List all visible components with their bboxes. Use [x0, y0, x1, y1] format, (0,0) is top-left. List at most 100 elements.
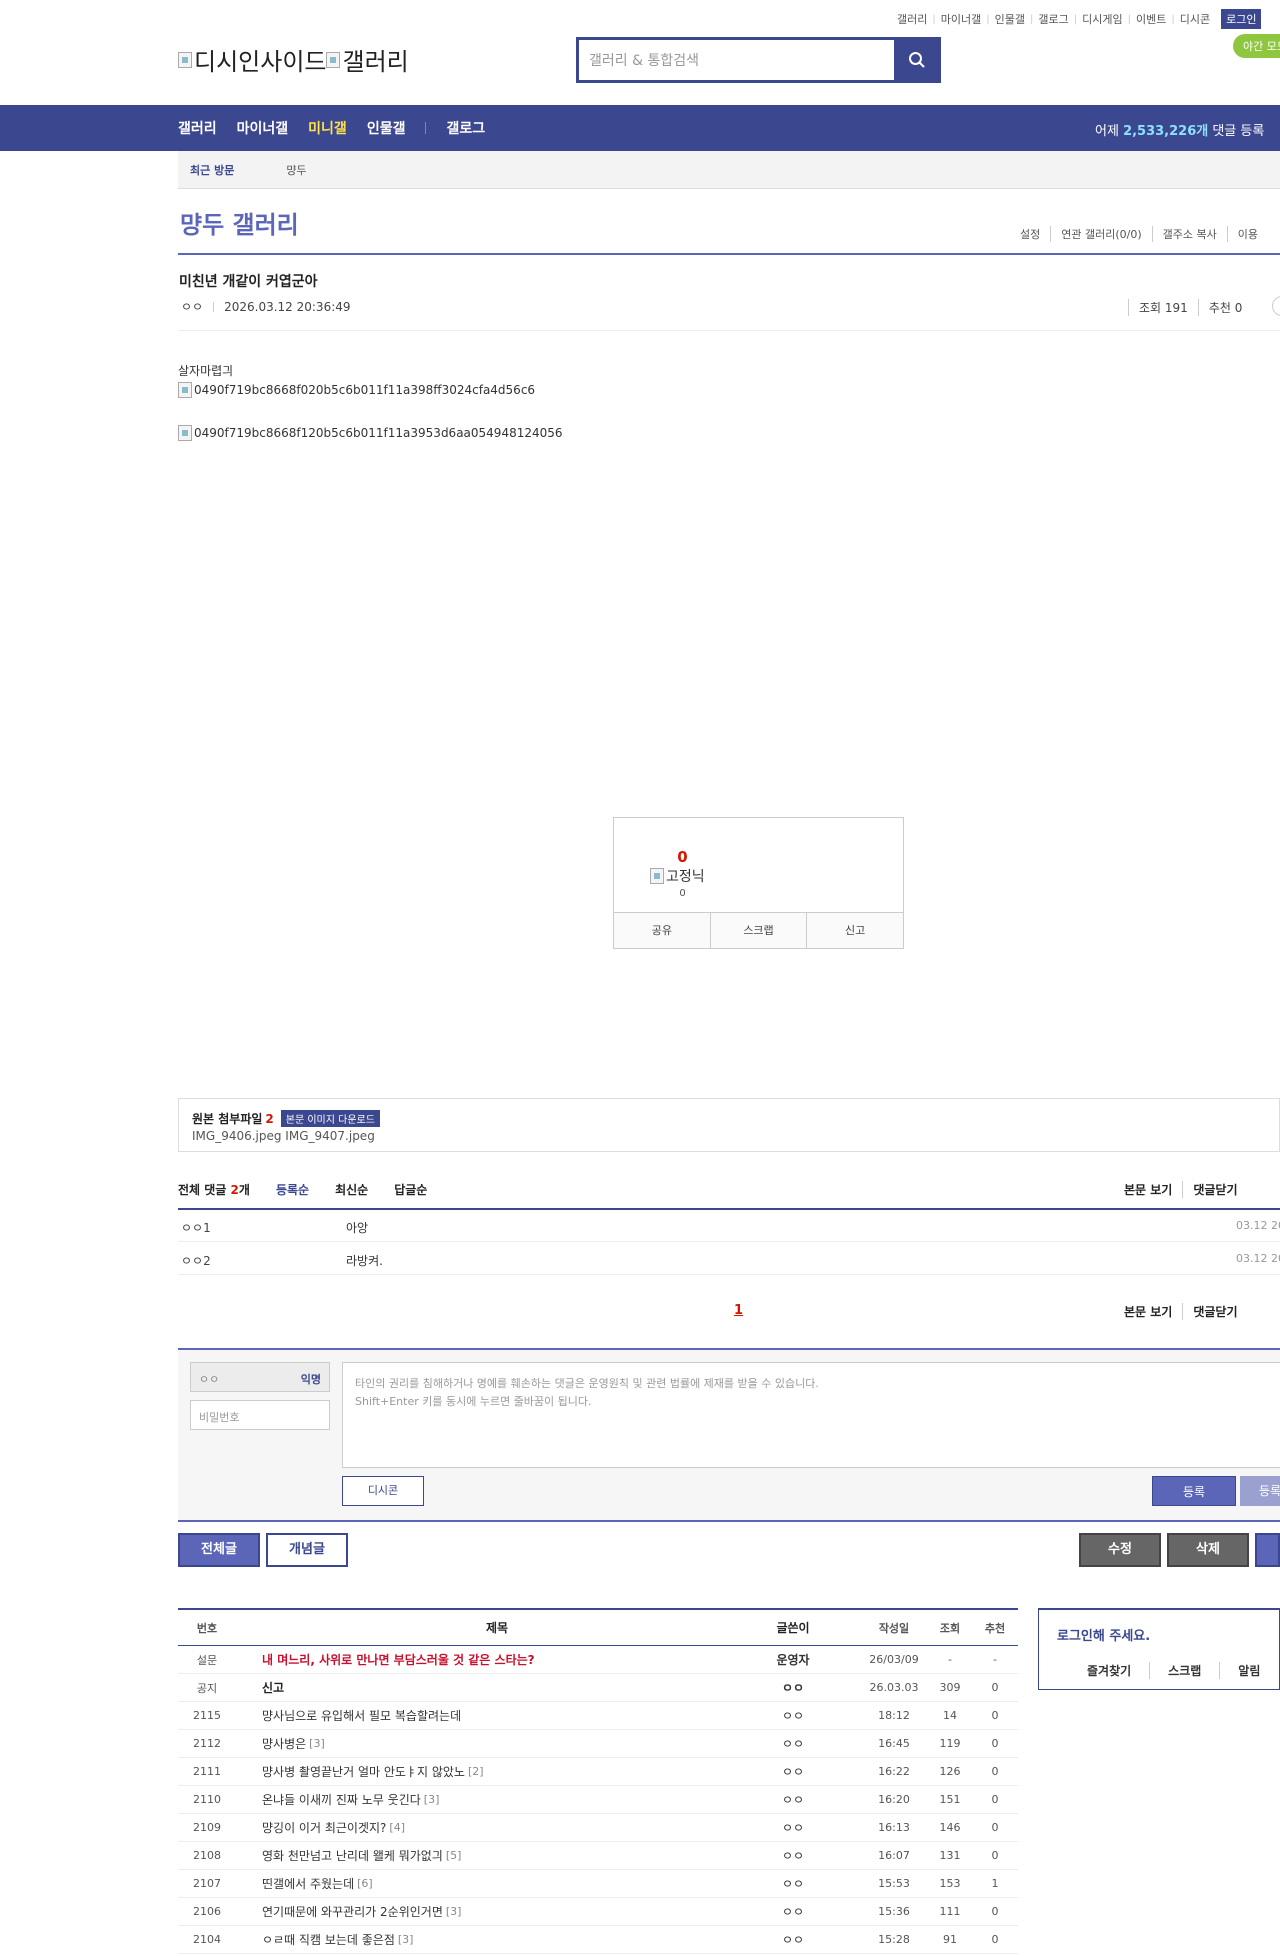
view-post-link[interactable]: 본문 보기: [1124, 1181, 1182, 1198]
post-image-1[interactable]: 0490f719bc8668f020b5c6b011f11a398ff3024c…: [178, 382, 535, 398]
search-input[interactable]: 갤러리 & 통합검색: [579, 40, 896, 80]
row-reply-count[interactable]: [6]: [357, 1877, 373, 1890]
submit-comment-button[interactable]: 등록: [1152, 1476, 1236, 1506]
usage-link[interactable]: 이용: [1226, 226, 1268, 242]
row-subject-text[interactable]: 내 며느리, 사위로 만나면 부담스러울 것 같은 스타는?: [262, 1651, 535, 1668]
edit-button[interactable]: 수정: [1079, 1533, 1161, 1567]
table-row[interactable]: 2110 온냐들 이새끼 진짜 노무 웃긴다 [3] ㅇㅇ 16:20 151 0: [178, 1786, 1018, 1814]
row-writer[interactable]: ㅇㅇ: [738, 1730, 848, 1757]
table-row[interactable]: 2111 먕사병 촬영끝난거 얼마 안도ㅑ지 않았노 [2] ㅇㅇ 16:22 126 0: [178, 1758, 1018, 1786]
row-writer[interactable]: ㅇㅇ: [738, 1870, 848, 1897]
row-subject-text[interactable]: 먕사병 촬영끝난거 얼마 안도ㅑ지 않았노: [262, 1763, 465, 1780]
row-writer[interactable]: ㅇㅇ: [738, 1898, 848, 1925]
table-row[interactable]: 2104 ㅇㄹ때 직캠 보는데 좋은점 [3] ㅇㅇ 15:28 91 0: [178, 1926, 1018, 1954]
table-row[interactable]: 2106 연기때문에 와꾸관리가 2순위인거면 [3] ㅇㅇ 15:36 111 0: [178, 1898, 1018, 1926]
all-posts-button[interactable]: 전체글: [178, 1533, 260, 1567]
table-row[interactable]: 설문 내 며느리, 사위로 만나면 부담스러울 것 같은 스타는? 운영자 26/03…: [178, 1646, 1018, 1674]
row-reply-count[interactable]: [2]: [468, 1765, 484, 1778]
recent-visit-label[interactable]: 최근 방문: [190, 162, 234, 178]
nav-minor-gallery[interactable]: 마이너갤: [237, 118, 289, 138]
table-row[interactable]: 2107 띤갤에서 주웠는데 [6] ㅇㅇ 15:53 153 1: [178, 1870, 1018, 1898]
login-button[interactable]: 로그인: [1221, 9, 1262, 29]
close-comments-link[interactable]: 댓글닫기: [1182, 1181, 1247, 1198]
row-subject[interactable]: 신고: [262, 1674, 732, 1701]
copy-gallery-url-link[interactable]: 갤주소 복사: [1151, 226, 1227, 242]
gallery-title[interactable]: 먕두 갤러리: [180, 205, 299, 240]
row-reply-count[interactable]: [3]: [398, 1933, 414, 1946]
nav-mini-gallery[interactable]: 미니갤: [308, 118, 347, 138]
row-writer[interactable]: ㅇㅇ: [738, 1758, 848, 1785]
close-comments-link-bottom[interactable]: 댓글닫기: [1182, 1303, 1247, 1320]
sort-by-registered[interactable]: 등록순: [276, 1181, 309, 1198]
row-subject[interactable]: 띤갤에서 주웠는데 [6]: [262, 1870, 732, 1897]
dccon-button[interactable]: 디시콘: [342, 1476, 424, 1506]
row-subject[interactable]: 먕깅이 이거 최근이겟지? [4]: [262, 1814, 732, 1841]
row-subject-text[interactable]: 영화 천만넘고 난리데 왤케 뭐가없긔: [262, 1847, 443, 1864]
notification-link[interactable]: 알림: [1219, 1662, 1278, 1679]
write-button[interactable]: [1255, 1533, 1280, 1567]
row-reply-count[interactable]: [3]: [424, 1793, 440, 1806]
row-subject[interactable]: 먕사병 촬영끝난거 얼마 안도ㅑ지 않았노 [2]: [262, 1758, 732, 1785]
row-writer[interactable]: ㅇㅇ: [738, 1674, 848, 1701]
header-writer[interactable]: 글쓴이: [738, 1610, 848, 1645]
concept-posts-button[interactable]: 개념글: [266, 1533, 348, 1567]
scrap-button[interactable]: 스크랩: [709, 913, 807, 948]
top-link-dcgame[interactable]: 디시게임: [1077, 11, 1127, 27]
delete-button[interactable]: 삭제: [1167, 1533, 1249, 1567]
row-reply-count[interactable]: [3]: [309, 1737, 325, 1750]
top-link-event[interactable]: 이벤트: [1131, 11, 1171, 27]
submit-and-recommend-button[interactable]: 등록: [1240, 1476, 1280, 1506]
row-writer[interactable]: ㅇㅇ: [738, 1842, 848, 1869]
top-link-minor[interactable]: 마이너갤: [936, 11, 986, 27]
gallery-settings-link[interactable]: 설정: [1010, 226, 1050, 242]
row-subject[interactable]: 먕사병은 [3]: [262, 1730, 732, 1757]
row-subject[interactable]: 먕사님으로 유입해서 필모 복습할려는데: [262, 1702, 732, 1729]
row-writer[interactable]: ㅇㅇ: [738, 1926, 848, 1953]
table-row[interactable]: 2115 먕사님으로 유입해서 필모 복습할려는데 ㅇㅇ 18:12 14 0: [178, 1702, 1018, 1730]
nav-gallog[interactable]: 갤로그: [446, 118, 485, 138]
table-row[interactable]: 2108 영화 천만넘고 난리데 왤케 뭐가없긔 [5] ㅇㅇ 16:07 131 0: [178, 1842, 1018, 1870]
row-subject[interactable]: 연기때문에 와꾸관리가 2순위인거면 [3]: [262, 1898, 732, 1925]
top-link-dccon[interactable]: 디시콘: [1175, 11, 1215, 27]
site-logo[interactable]: 디시인사이드 갤러리: [178, 42, 409, 77]
scrap-link[interactable]: 스크랩: [1149, 1662, 1219, 1679]
password-field[interactable]: 비밀번호: [190, 1400, 330, 1430]
more-options-button[interactable]: [1272, 296, 1280, 316]
post-image-2[interactable]: 0490f719bc8668f120b5c6b011f11a3953d6aa05…: [178, 425, 563, 441]
row-writer[interactable]: ㅇㅇ: [738, 1786, 848, 1813]
nav-gallery[interactable]: 갤러리: [178, 118, 217, 138]
sort-by-latest[interactable]: 최신순: [335, 1181, 368, 1198]
top-link-person[interactable]: 인물갤: [990, 11, 1030, 27]
row-subject-text[interactable]: 신고: [262, 1679, 284, 1696]
row-subject[interactable]: ㅇㄹ때 직캠 보는데 좋은점 [3]: [262, 1926, 732, 1953]
row-subject-text[interactable]: 먕사병은: [262, 1735, 306, 1752]
top-link-gallery[interactable]: 갤러리: [892, 11, 932, 27]
row-subject-text[interactable]: 먕사님으로 유입해서 필모 복습할려는데: [262, 1707, 461, 1724]
table-row[interactable]: 2112 먕사병은 [3] ㅇㅇ 16:45 119 0: [178, 1730, 1018, 1758]
row-subject-text[interactable]: 온냐들 이새끼 진짜 노무 웃긴다: [262, 1791, 421, 1808]
recent-gallery-link[interactable]: 먕두: [286, 162, 306, 178]
comment-nick[interactable]: ㅇㅇ2: [181, 1252, 211, 1269]
related-gallery-link[interactable]: 연관 갤러리(0/0): [1050, 226, 1151, 242]
comment-textarea[interactable]: 타인의 권리를 침해하거나 명예를 훼손하는 댓글은 운영원칙 및 관련 법률에…: [342, 1362, 1280, 1468]
row-subject-text[interactable]: 먕깅이 이거 최근이겟지?: [262, 1819, 386, 1836]
row-subject-text[interactable]: 띤갤에서 주웠는데: [262, 1875, 354, 1892]
attachment-files[interactable]: IMG_9406.jpeg IMG_9407.jpeg: [192, 1129, 375, 1143]
row-reply-count[interactable]: [4]: [389, 1821, 405, 1834]
top-link-gallog[interactable]: 갤로그: [1033, 11, 1073, 27]
nav-person-gallery[interactable]: 인물갤: [367, 118, 406, 138]
view-post-link-bottom[interactable]: 본문 보기: [1124, 1303, 1182, 1320]
sort-by-replies[interactable]: 답글순: [394, 1181, 427, 1198]
table-row[interactable]: 공지 신고 ㅇㅇ 26.03.03 309 0: [178, 1674, 1018, 1702]
row-reply-count[interactable]: [5]: [446, 1849, 462, 1862]
report-button[interactable]: 신고: [806, 913, 903, 948]
comment-nick[interactable]: ㅇㅇ1: [181, 1219, 211, 1236]
row-writer[interactable]: ㅇㅇ: [738, 1814, 848, 1841]
favorites-link[interactable]: 즐겨찾기: [1087, 1662, 1149, 1679]
table-row[interactable]: 2109 먕깅이 이거 최근이겟지? [4] ㅇㅇ 16:13 146 0: [178, 1814, 1018, 1842]
row-reply-count[interactable]: [3]: [446, 1905, 462, 1918]
search-button[interactable]: [896, 40, 938, 80]
row-subject[interactable]: 온냐들 이새끼 진짜 노무 웃긴다 [3]: [262, 1786, 732, 1813]
night-mode-button[interactable]: 야간 모드: [1233, 34, 1280, 58]
post-author[interactable]: ㅇㅇ: [181, 298, 203, 315]
